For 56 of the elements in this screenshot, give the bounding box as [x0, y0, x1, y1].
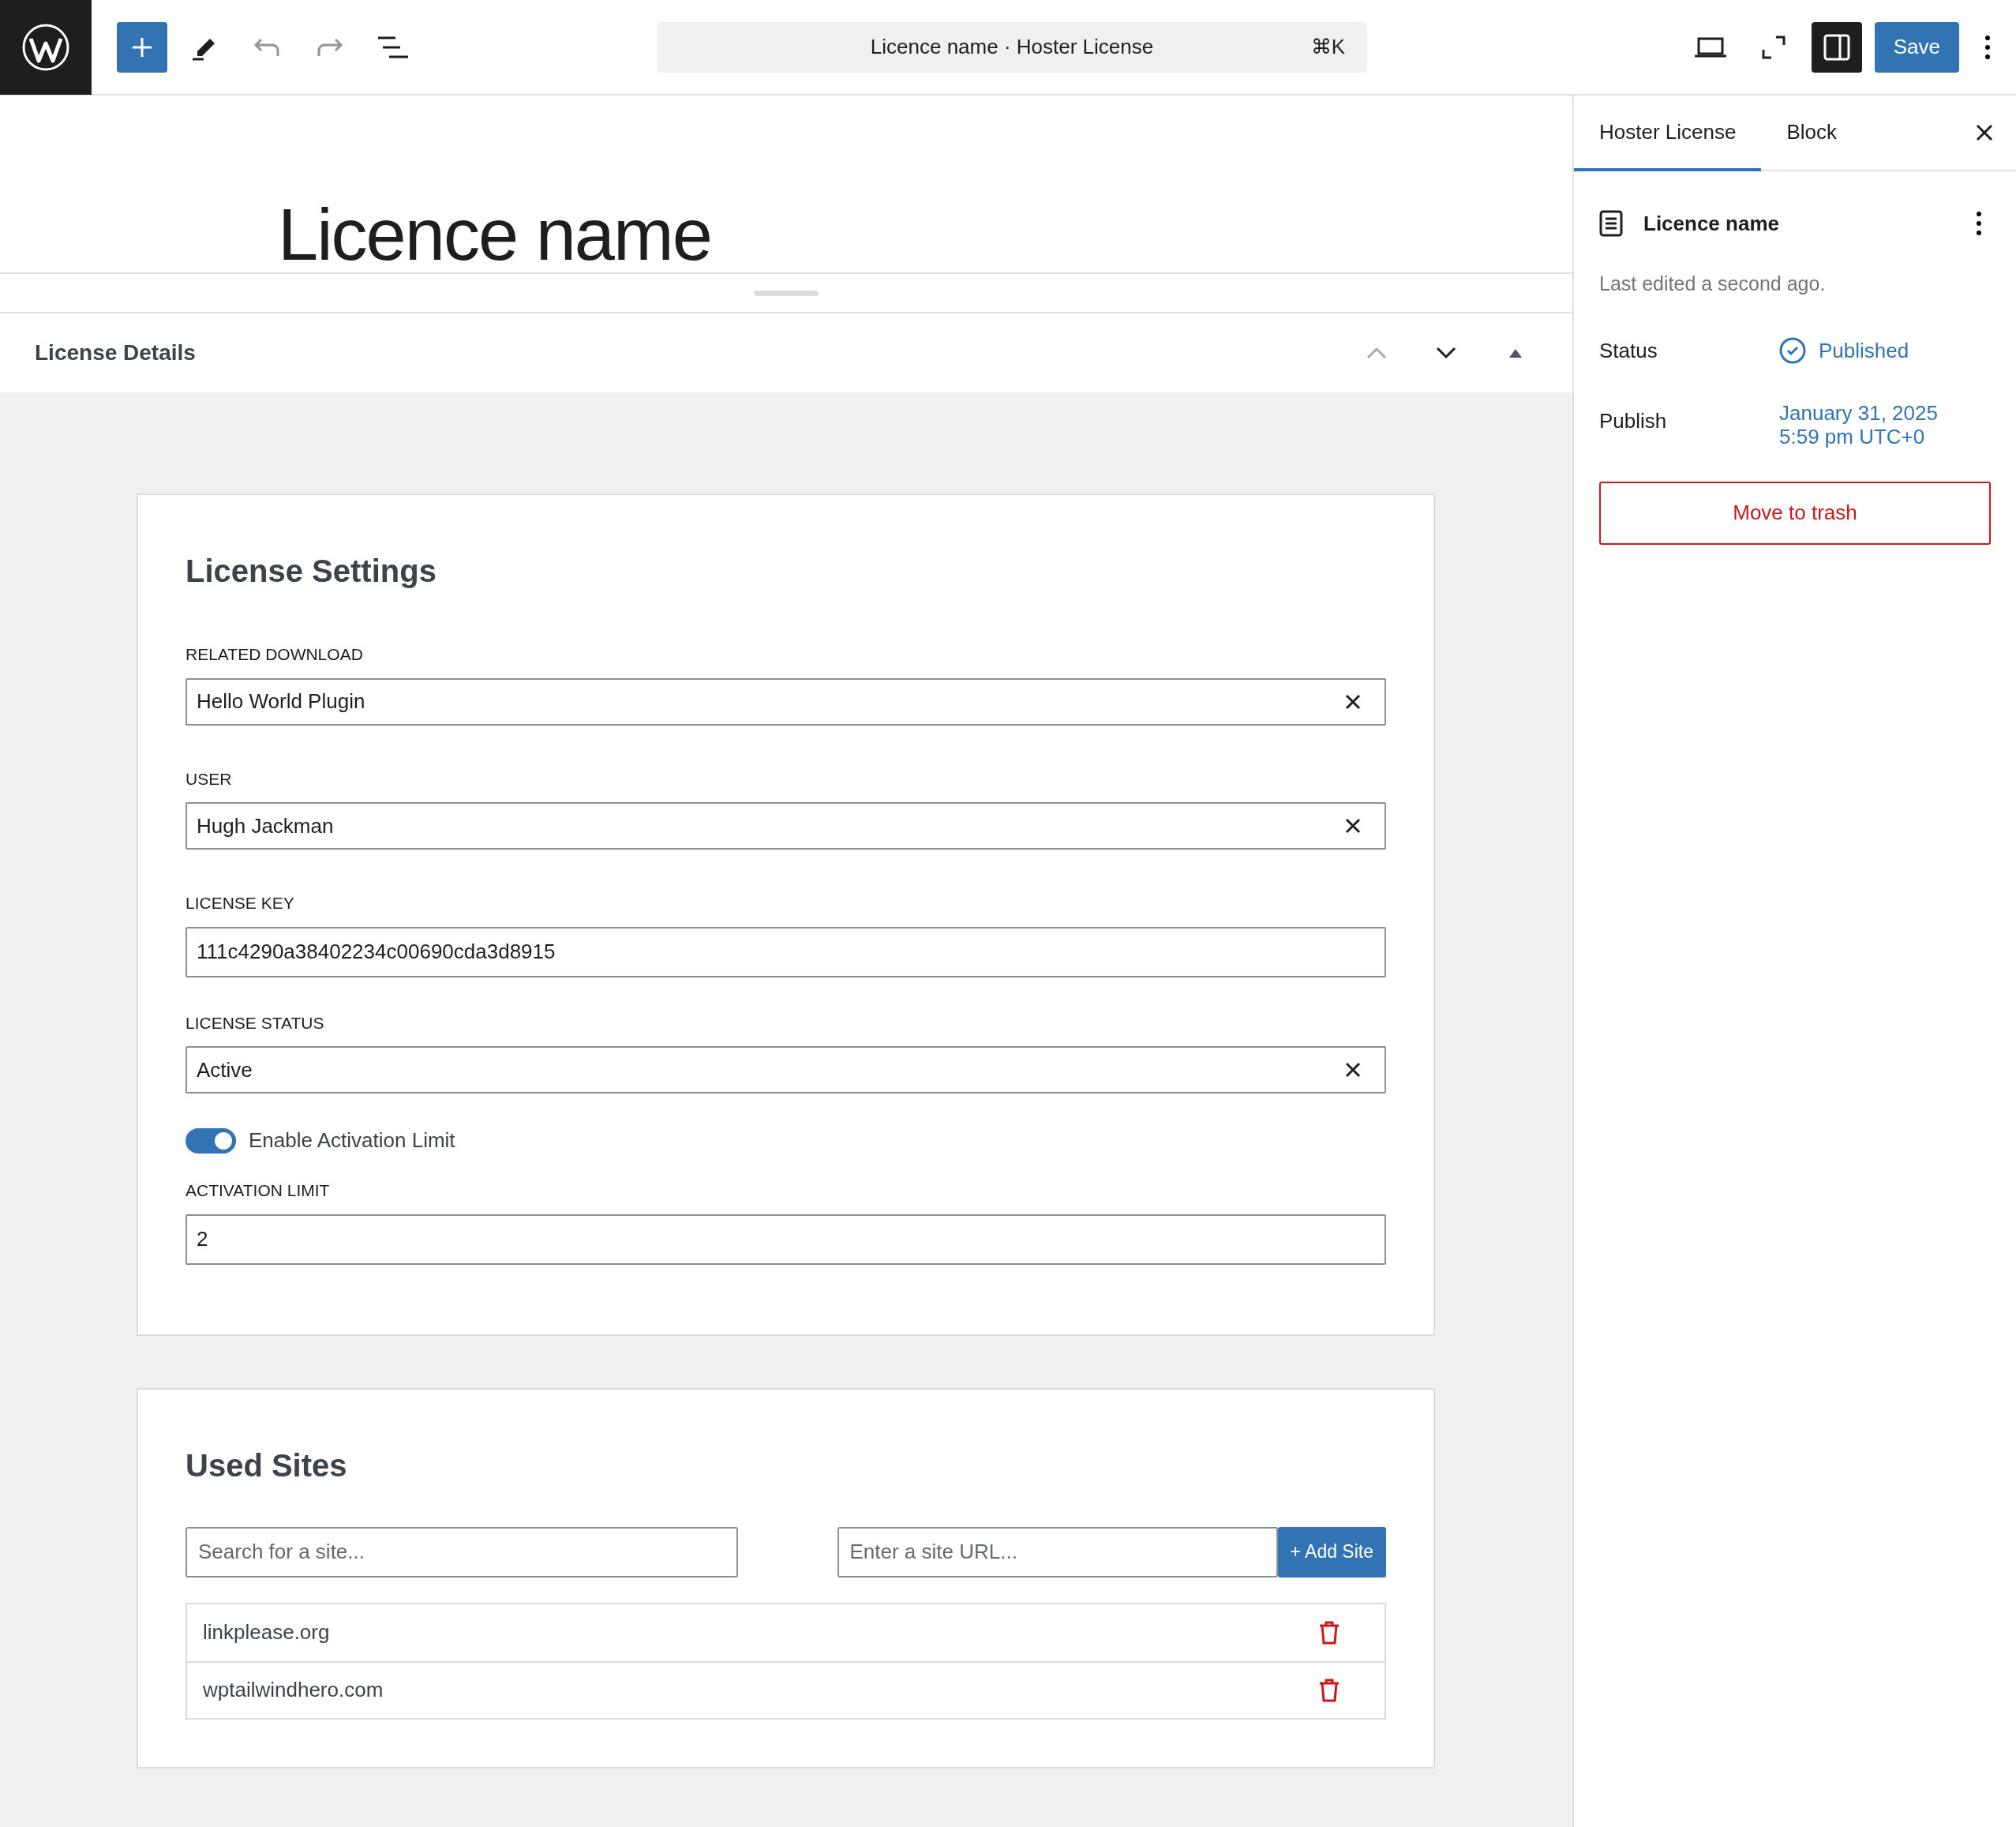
document-icon: [1599, 210, 1623, 237]
input-field[interactable]: 111c4290a38402234c00690cda3d8915: [185, 926, 1386, 977]
input-field[interactable]: 2: [185, 1214, 1386, 1265]
chevron-down-icon: [1436, 347, 1456, 359]
site-url: linkplease.org: [203, 1619, 331, 1645]
undo-icon: [253, 37, 280, 57]
save-button[interactable]: Save: [1874, 21, 1959, 73]
more-vertical-icon: [1977, 212, 1981, 235]
document-title: Licence name: [1643, 210, 1780, 237]
check-circle-icon: [1779, 337, 1806, 364]
select-field[interactable]: Active: [185, 1046, 1386, 1094]
resize-handle[interactable]: [754, 290, 819, 296]
publish-date-button[interactable]: January 31, 2025 5:59 pm UTC+0: [1779, 400, 1938, 448]
last-edited-text: Last edited a second ago.: [1599, 272, 1827, 296]
laptop-icon: [1694, 36, 1726, 58]
sidebar-tab[interactable]: Hoster License: [1574, 96, 1762, 171]
more-vertical-icon: [1985, 35, 1990, 59]
settings-panel-button[interactable]: [1811, 21, 1862, 73]
clear-icon[interactable]: [1345, 818, 1361, 834]
site-url: wptailwindhero.com: [203, 1677, 384, 1703]
site-logo[interactable]: [0, 0, 92, 95]
section-heading: License Settings: [185, 553, 437, 590]
close-icon: [1976, 124, 1993, 141]
field-label: LICENSE STATUS: [185, 1012, 325, 1034]
list-view-icon: [378, 36, 408, 58]
add-site-button[interactable]: + Add Site: [1277, 1526, 1386, 1578]
trash-icon: [1318, 1677, 1340, 1703]
select-field[interactable]: Hello World Plugin: [185, 677, 1386, 726]
section-heading: Used Sites: [185, 1446, 348, 1484]
sidebar-toggle-icon: [1823, 33, 1850, 61]
toggle-switch[interactable]: [185, 1127, 236, 1154]
field-label: RELATED DOWNLOAD: [185, 644, 364, 665]
status-button[interactable]: Published: [1779, 335, 1909, 366]
toggle-label: Enable Activation Limit: [249, 1127, 455, 1154]
move-to-trash-button[interactable]: Move to trash: [1599, 481, 1991, 545]
site-url-field[interactable]: Enter a site URL...: [837, 1526, 1278, 1578]
site-search-field[interactable]: Search for a site...: [185, 1526, 738, 1578]
field-label: LICENSE KEY: [185, 893, 295, 914]
wordpress-logo-icon: [21, 22, 70, 72]
clear-icon[interactable]: [1345, 693, 1361, 710]
chevron-up-icon: [1366, 347, 1387, 359]
field-label: Publish: [1599, 407, 1668, 434]
trash-icon: [1318, 1619, 1340, 1645]
select-field[interactable]: Hugh Jackman: [185, 802, 1386, 850]
plus-icon: [131, 36, 153, 58]
expand-icon: [1761, 35, 1786, 59]
command-search-bar[interactable]: Licence name · Hoster License ⌘K: [657, 21, 1367, 73]
redo-icon: [317, 37, 343, 57]
sidebar-tab[interactable]: Block: [1761, 96, 1862, 171]
field-label: USER: [185, 768, 233, 790]
field-label: Status: [1599, 337, 1658, 364]
add-block-button[interactable]: [117, 21, 167, 73]
clear-icon[interactable]: [1345, 1062, 1361, 1078]
field-label: ACTIVATION LIMIT: [185, 1180, 331, 1201]
triangle-up-icon: [1509, 348, 1522, 358]
keyboard-shortcut: ⌘K: [1310, 34, 1345, 60]
